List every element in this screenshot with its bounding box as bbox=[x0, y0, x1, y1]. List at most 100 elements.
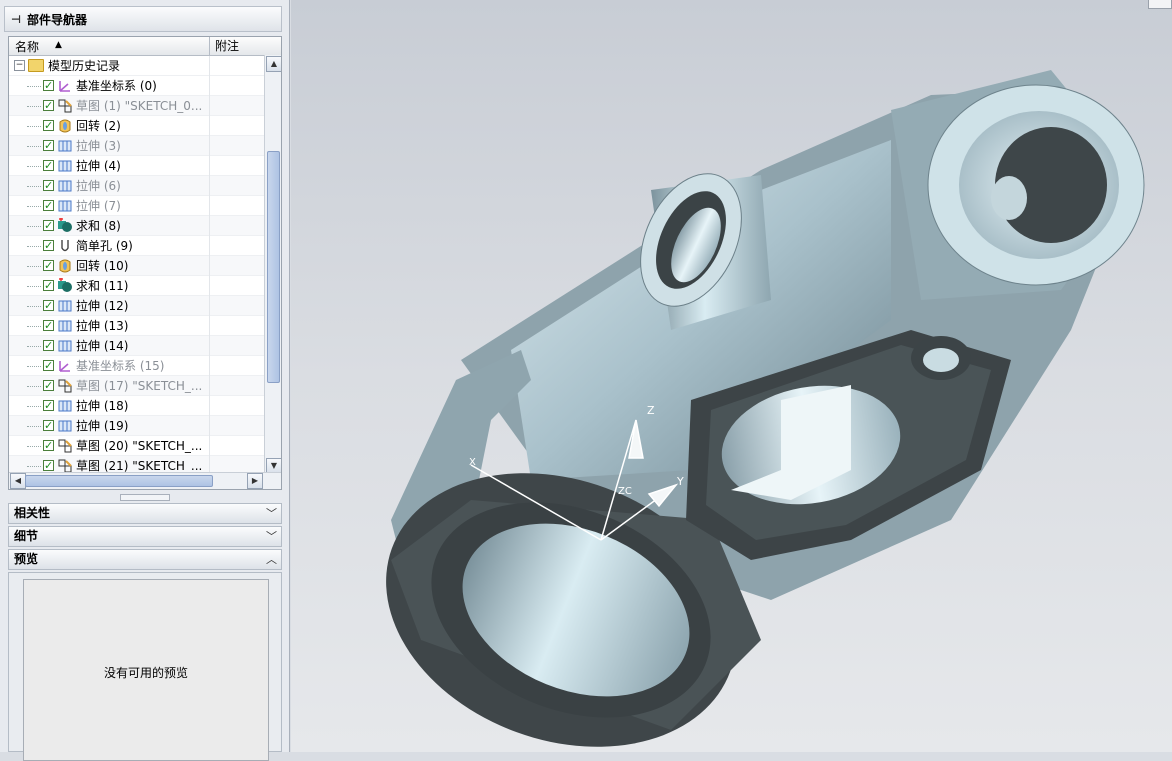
feature-label: 拉伸 (4) bbox=[76, 159, 121, 173]
scroll-right-icon[interactable]: ▶ bbox=[247, 473, 263, 489]
feature-row[interactable]: ✓ 拉伸 (13) bbox=[9, 316, 265, 336]
tree-guide bbox=[9, 256, 43, 276]
panel-splitter[interactable] bbox=[120, 494, 170, 501]
triad-z-label: Z bbox=[647, 404, 655, 417]
feature-visibility-checkbox[interactable]: ✓ bbox=[43, 420, 54, 431]
feature-row[interactable]: ✓ 草图 (20) "SKETCH_... bbox=[9, 436, 265, 456]
chevron-up-icon[interactable]: ︿ bbox=[266, 550, 277, 569]
vertical-scroll-thumb[interactable] bbox=[267, 151, 280, 383]
feature-visibility-checkbox[interactable]: ✓ bbox=[43, 260, 54, 271]
scroll-left-icon[interactable]: ◀ bbox=[10, 473, 26, 489]
preview-panel-header[interactable]: 预览 ︿ bbox=[8, 549, 282, 570]
tree-guide bbox=[9, 396, 43, 416]
feature-row[interactable]: ✓ 拉伸 (19) bbox=[9, 416, 265, 436]
feature-row[interactable]: ✓ 拉伸 (12) bbox=[9, 296, 265, 316]
feature-visibility-checkbox[interactable]: ✓ bbox=[43, 120, 54, 131]
feature-row[interactable]: ✓ 草图 (21) "SKETCH_... bbox=[9, 456, 265, 473]
note-cell bbox=[209, 256, 265, 276]
vertical-scrollbar[interactable]: ▲ ▼ bbox=[264, 55, 281, 475]
tree-guide bbox=[9, 76, 43, 96]
feature-row[interactable]: ✓ 求和 (8) bbox=[9, 216, 265, 236]
tree-guide bbox=[9, 376, 43, 396]
feature-visibility-checkbox[interactable]: ✓ bbox=[43, 100, 54, 111]
tree-guide bbox=[9, 216, 43, 236]
feature-visibility-checkbox[interactable]: ✓ bbox=[43, 180, 54, 191]
note-cell bbox=[209, 296, 265, 316]
note-cell bbox=[209, 396, 265, 416]
feature-row[interactable]: ✓ 拉伸 (4) bbox=[9, 156, 265, 176]
column-name-header[interactable]: 名称 bbox=[15, 38, 39, 55]
feature-row[interactable]: ✓ 基准坐标系 (0) bbox=[9, 76, 265, 96]
feature-label: 拉伸 (7) bbox=[76, 199, 121, 213]
feature-visibility-checkbox[interactable]: ✓ bbox=[43, 360, 54, 371]
feature-label: 基准坐标系 (0) bbox=[76, 79, 157, 93]
feature-row[interactable]: ✓ 简单孔 (9) bbox=[9, 236, 265, 256]
feature-row[interactable]: ✓ 回转 (10) bbox=[9, 256, 265, 276]
extrude-icon bbox=[57, 158, 73, 174]
folder-icon bbox=[28, 59, 44, 72]
scroll-up-icon[interactable]: ▲ bbox=[266, 56, 281, 72]
feature-row[interactable]: ✓ 草图 (1) "SKETCH_0... bbox=[9, 96, 265, 116]
tree-guide bbox=[9, 456, 43, 474]
feature-visibility-checkbox[interactable]: ✓ bbox=[43, 200, 54, 211]
tree-root-row[interactable]: − 模型历史记录 bbox=[9, 56, 265, 76]
unite-icon bbox=[57, 276, 73, 294]
feature-row[interactable]: ✓ 回转 (2) bbox=[9, 116, 265, 136]
triad-zc-label: ZC bbox=[618, 486, 632, 497]
extrude-icon bbox=[57, 338, 73, 354]
extrude-icon bbox=[57, 418, 73, 434]
feature-visibility-checkbox[interactable]: ✓ bbox=[43, 140, 54, 151]
feature-visibility-checkbox[interactable]: ✓ bbox=[43, 440, 54, 451]
tree-guide bbox=[9, 116, 43, 136]
feature-row[interactable]: ✓ 求和 (11) bbox=[9, 276, 265, 296]
note-cell bbox=[209, 196, 265, 216]
note-cell bbox=[209, 216, 265, 236]
feature-visibility-checkbox[interactable]: ✓ bbox=[43, 300, 54, 311]
feature-label: 求和 (8) bbox=[76, 219, 121, 233]
feature-label: 草图 (17) "SKETCH_... bbox=[76, 379, 203, 393]
feature-row[interactable]: ✓ 拉伸 (3) bbox=[9, 136, 265, 156]
extrude-icon bbox=[57, 138, 73, 154]
sketch-icon bbox=[57, 378, 73, 394]
feature-row[interactable]: ✓ 拉伸 (6) bbox=[9, 176, 265, 196]
feature-label: 拉伸 (19) bbox=[76, 419, 129, 433]
cross-hole bbox=[991, 176, 1027, 220]
feature-visibility-checkbox[interactable]: ✓ bbox=[43, 320, 54, 331]
feature-label: 拉伸 (12) bbox=[76, 299, 129, 313]
feature-visibility-checkbox[interactable]: ✓ bbox=[43, 460, 54, 471]
lug-bore bbox=[923, 348, 959, 372]
extrude-icon bbox=[57, 198, 73, 214]
feature-visibility-checkbox[interactable]: ✓ bbox=[43, 280, 54, 291]
feature-visibility-checkbox[interactable]: ✓ bbox=[43, 240, 54, 251]
feature-visibility-checkbox[interactable]: ✓ bbox=[43, 80, 54, 91]
dependencies-panel-header[interactable]: 相关性 ﹀ bbox=[8, 503, 282, 524]
horizontal-scrollbar[interactable]: ◀ ▶ bbox=[9, 472, 281, 489]
feature-label: 草图 (1) "SKETCH_0... bbox=[76, 99, 203, 113]
feature-row[interactable]: ✓ 拉伸 (14) bbox=[9, 336, 265, 356]
feature-row[interactable]: ✓ 基准坐标系 (15) bbox=[9, 356, 265, 376]
feature-visibility-checkbox[interactable]: ✓ bbox=[43, 400, 54, 411]
feature-visibility-checkbox[interactable]: ✓ bbox=[43, 340, 54, 351]
note-cell bbox=[209, 76, 265, 96]
window-corner-button[interactable] bbox=[1148, 0, 1172, 9]
tree-guide bbox=[9, 416, 43, 436]
graphics-viewport[interactable]: Z Y X ZC bbox=[291, 0, 1172, 752]
revolve-icon bbox=[57, 118, 73, 134]
chevron-down-icon[interactable]: ﹀ bbox=[266, 527, 277, 546]
collapse-icon[interactable]: − bbox=[14, 60, 25, 71]
feature-visibility-checkbox[interactable]: ✓ bbox=[43, 220, 54, 231]
feature-row[interactable]: ✓ 拉伸 (18) bbox=[9, 396, 265, 416]
pin-icon[interactable]: ⊣ bbox=[5, 13, 27, 26]
note-cell bbox=[209, 436, 265, 456]
feature-row[interactable]: ✓ 草图 (17) "SKETCH_... bbox=[9, 376, 265, 396]
extrude-icon bbox=[57, 298, 73, 314]
details-panel-header[interactable]: 细节 ﹀ bbox=[8, 526, 282, 547]
hole-icon bbox=[57, 238, 73, 254]
feature-visibility-checkbox[interactable]: ✓ bbox=[43, 160, 54, 171]
column-note-header[interactable]: 附注 bbox=[209, 37, 265, 55]
horizontal-scroll-thumb[interactable] bbox=[25, 475, 213, 487]
feature-visibility-checkbox[interactable]: ✓ bbox=[43, 380, 54, 391]
chevron-down-icon[interactable]: ﹀ bbox=[266, 504, 277, 523]
feature-row[interactable]: ✓ 拉伸 (7) bbox=[9, 196, 265, 216]
note-cell bbox=[209, 456, 265, 473]
